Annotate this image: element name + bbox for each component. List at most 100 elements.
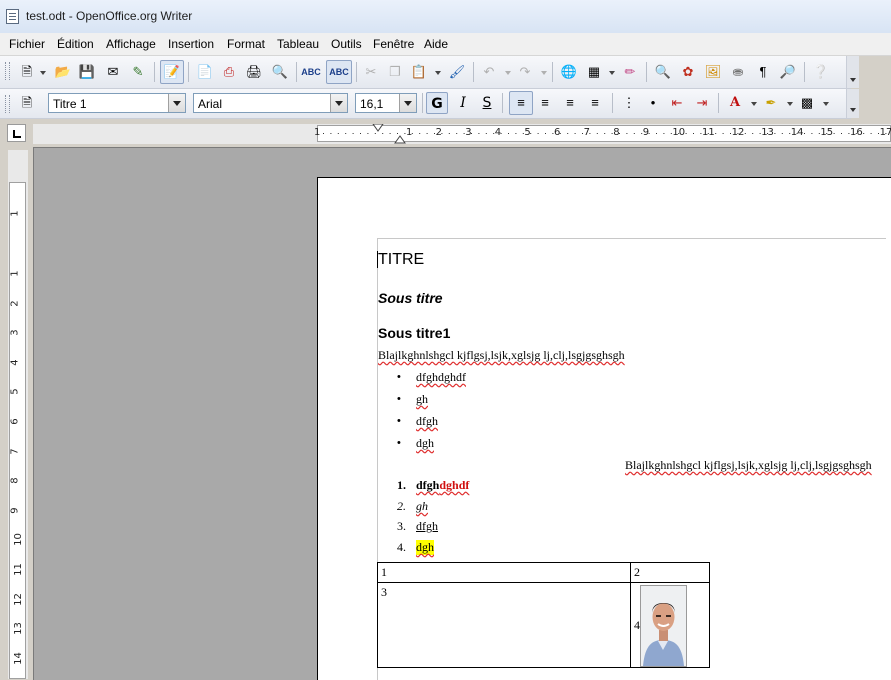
menu-affichage[interactable]: Affichage (106, 37, 156, 51)
align-center-icon[interactable]: ≡ (536, 94, 554, 112)
numbering-icon[interactable]: ⋮ (620, 94, 638, 112)
paste-dropdown-caret[interactable] (435, 71, 441, 75)
menu-tableau[interactable]: Tableau (277, 37, 319, 51)
separator (804, 62, 805, 82)
decrease-indent-icon[interactable]: ⇤ (668, 94, 686, 112)
zoom-icon[interactable]: 🔎 (779, 63, 797, 81)
new-document-icon[interactable]: 🗎 (18, 63, 36, 81)
separator (422, 93, 423, 113)
font-name-select[interactable]: Arial (193, 93, 348, 113)
styles-formatting-icon[interactable]: 🗎 (18, 94, 36, 112)
portrait-photo[interactable] (640, 585, 687, 667)
horizontal-ruler[interactable]: 1 1 2 3 4 5 6 7 8 9 10 11 12 13 14 15 16 17 (33, 124, 891, 144)
justify-icon[interactable]: ≡ (586, 94, 604, 112)
paragraph-style-select[interactable]: Titre 1 (48, 93, 186, 113)
bullet-item[interactable]: dfghdghdf (416, 370, 466, 385)
page-preview-icon[interactable]: 🔍 (271, 63, 289, 81)
redo-icon[interactable]: ↷ (516, 63, 534, 81)
highlight-dropdown-caret[interactable] (787, 102, 793, 106)
hyperlink-icon[interactable]: 🌐 (560, 63, 578, 81)
bullets-icon[interactable]: • (644, 94, 662, 112)
edit-mode-icon[interactable]: 📝 (160, 60, 184, 84)
numbered-item[interactable]: dfghdghdf (416, 478, 469, 493)
menu-format[interactable]: Format (227, 37, 265, 51)
bullet-item[interactable]: gh (416, 392, 428, 407)
email-icon[interactable]: ✉ (104, 63, 122, 81)
find-replace-icon[interactable]: 🔍 (654, 63, 672, 81)
window-title: test.odt - OpenOffice.org Writer (26, 9, 193, 23)
spellcheck-icon[interactable]: ABC (301, 63, 321, 81)
cut-icon[interactable]: ✂ (362, 63, 380, 81)
save-icon[interactable]: 💾 (78, 63, 96, 81)
redo-dropdown-caret[interactable] (541, 71, 547, 75)
doc-paragraph[interactable]: Blajlkghnlshgcl kjflgsj,lsjk,xglsjg lj,c… (378, 348, 625, 363)
navigator-icon[interactable]: ✿ (679, 63, 697, 81)
numbered-item-highlighted[interactable]: dgh (416, 540, 434, 555)
show-draw-functions-icon[interactable]: ✏ (621, 63, 639, 81)
background-dropdown-caret[interactable] (823, 102, 829, 106)
help-icon[interactable]: ❔ (812, 63, 830, 81)
menu-insertion[interactable]: Insertion (168, 37, 214, 51)
menu-fenetre[interactable]: Fenêtre (373, 37, 414, 51)
ruler-tick (456, 133, 458, 134)
copy-icon[interactable]: ❐ (386, 63, 404, 81)
menu-outils[interactable]: Outils (331, 37, 362, 51)
toolbar-grip[interactable] (5, 62, 10, 80)
bullet-item[interactable]: dgh (416, 436, 434, 451)
edit-file-icon[interactable]: ✎ (129, 63, 147, 81)
export-pdf-icon[interactable]: 📄 (196, 63, 214, 81)
ruler-label: 14 (12, 651, 24, 665)
font-color-icon[interactable]: A (726, 94, 744, 112)
doc-heading[interactable]: Sous titre1 (378, 325, 450, 341)
table-cell[interactable]: 1 (377, 562, 631, 583)
print-direct-icon[interactable]: ⎙ (220, 63, 238, 81)
toolbar-grip[interactable] (5, 95, 10, 113)
font-size-select[interactable]: 16,1 (355, 93, 417, 113)
background-color-icon[interactable]: ▩ (798, 94, 816, 112)
formatting-marks-icon[interactable]: ¶ (754, 63, 772, 81)
menu-fichier[interactable]: Fichier (9, 37, 45, 51)
doc-subtitle[interactable]: Sous titre (378, 290, 443, 306)
align-right-icon[interactable]: ≡ (561, 94, 579, 112)
table-icon[interactable]: ▦ (585, 63, 603, 81)
undo-icon[interactable]: ↶ (480, 63, 498, 81)
doc-right-paragraph[interactable]: Blajlkghnlshgcl kjflgsj,lsjk,xglsjg lj,c… (625, 458, 872, 473)
table-cell[interactable]: 2 (630, 562, 710, 583)
table-cell[interactable]: 3 (377, 582, 631, 668)
autospellcheck-icon[interactable]: ABC (326, 60, 352, 84)
underline-button[interactable]: S (476, 92, 498, 114)
font-color-dropdown-caret[interactable] (751, 102, 757, 106)
data-sources-icon[interactable]: ⛂ (729, 63, 747, 81)
ruler-label: 1 (9, 210, 21, 217)
new-dropdown-caret[interactable] (40, 71, 46, 75)
clone-formatting-icon[interactable]: 🖌 (448, 63, 466, 81)
bold-button[interactable]: G (426, 92, 448, 114)
menu-edition[interactable]: Édition (57, 37, 94, 51)
paste-icon[interactable]: 📋 (410, 63, 428, 81)
gallery-icon[interactable]: 🖼 (704, 63, 722, 81)
open-folder-icon[interactable]: 📂 (54, 63, 72, 81)
chevron-down-icon[interactable] (168, 94, 185, 112)
bullet-item[interactable]: dfgh (416, 414, 438, 429)
tab-stop-type-button[interactable] (7, 124, 26, 142)
chevron-down-icon[interactable] (330, 94, 347, 112)
ruler-label: 2 (435, 127, 442, 138)
highlighting-icon[interactable]: ✒ (762, 94, 780, 112)
numbered-item[interactable]: gh (416, 499, 428, 514)
numbered-item[interactable]: dfgh (416, 519, 438, 534)
toolbar-overflow-handle[interactable] (846, 56, 859, 88)
ruler-tick (656, 133, 657, 134)
toolbar-overflow-handle[interactable] (846, 89, 859, 118)
chevron-down-icon[interactable] (399, 94, 416, 112)
undo-dropdown-caret[interactable] (505, 71, 511, 75)
table-dropdown-caret[interactable] (609, 71, 615, 75)
ruler-tick (337, 133, 339, 134)
doc-title[interactable]: TITRE (378, 251, 424, 269)
align-left-icon[interactable]: ≡ (509, 91, 533, 115)
print-icon[interactable]: 🖨 (245, 63, 263, 81)
menu-aide[interactable]: Aide (424, 37, 448, 51)
increase-indent-icon[interactable]: ⇥ (693, 94, 711, 112)
italic-button[interactable]: I (452, 92, 474, 114)
vertical-ruler[interactable]: 1 1 2 3 4 5 6 7 8 9 10 11 12 13 14 (8, 150, 28, 679)
numbered-item-part: dfgh (416, 478, 440, 492)
